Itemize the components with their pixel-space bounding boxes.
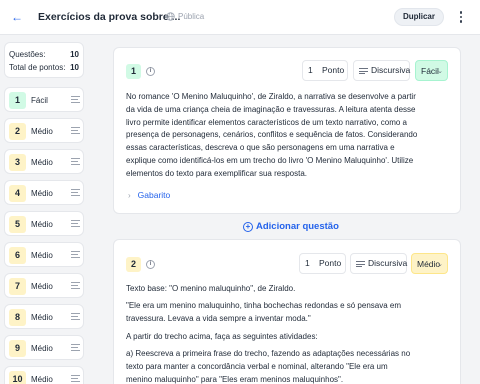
globe-icon (166, 12, 175, 21)
question-type-select[interactable]: Discursiva (353, 60, 410, 81)
arrow-left-icon[interactable]: ← (10, 10, 24, 24)
questions-count-label: Questões: (9, 50, 46, 59)
question-number-badge: 6 (9, 247, 26, 264)
points-unit: Ponto (319, 258, 342, 268)
base-text: Texto base: "O menino maluquinho", de Zi… (126, 284, 296, 293)
question-nav-item[interactable]: 5 Médio (4, 211, 84, 236)
text-lines-icon (71, 96, 80, 103)
question-number-badge: 10 (9, 371, 26, 384)
question-number-badge: 9 (9, 340, 26, 357)
points-value: 1 (305, 258, 310, 268)
difficulty-select[interactable]: Médio ⌄ (411, 253, 448, 274)
top-bar: ← Exercícios da prova sobre ... Pública … (0, 0, 480, 35)
difficulty-select[interactable]: Fácil ⌄ (415, 60, 448, 81)
chevron-down-icon: ⌄ (437, 68, 443, 75)
chevron-down-icon: ⌄ (437, 261, 443, 268)
question-nav-item[interactable]: 4 Médio (4, 180, 84, 205)
text-lines-icon (71, 158, 80, 165)
points-input[interactable]: 1 Ponto (302, 60, 348, 81)
add-question-label: Adicionar questão (256, 221, 339, 232)
question-nav-item[interactable]: 2 Médio (4, 118, 84, 143)
info-icon[interactable]: i (146, 67, 155, 76)
question-difficulty-label: Médio (31, 313, 53, 322)
question-card-2: 2 i 1 Ponto Discursiva Médio ⌄ Texto bas… (113, 239, 461, 384)
question-type-label: Discursiva (371, 65, 411, 75)
questions-count-value: 10 (70, 50, 79, 59)
points-input[interactable]: 1 Ponto (299, 253, 346, 274)
add-question-button[interactable]: + Adicionar questão (243, 221, 339, 232)
duplicate-button[interactable]: Duplicar (394, 8, 444, 26)
question-difficulty-label: Médio (31, 220, 53, 229)
total-points-value: 10 (70, 63, 79, 72)
info-icon[interactable]: i (146, 260, 155, 269)
question-nav-item[interactable]: 9 Médio (4, 335, 84, 360)
question-difficulty-label: Médio (31, 344, 53, 353)
question-number-badge: 2 (9, 123, 26, 140)
plus-circle-icon: + (243, 221, 253, 232)
question-type-select[interactable]: Discursiva (350, 253, 407, 274)
answer-key-label: Gabarito (137, 190, 171, 200)
text-lines-icon (71, 344, 80, 351)
answer-key-toggle[interactable]: › Gabarito (128, 190, 170, 200)
question-number-badge: 7 (9, 278, 26, 295)
total-points-label: Total de pontos: (9, 63, 66, 72)
quote-excerpt: "Ele era um menino maluquinho, tinha boc… (126, 301, 402, 324)
page-title: Exercícios da prova sobre ... (38, 11, 181, 23)
question-difficulty-label: Médio (31, 127, 53, 136)
text-lines-icon (359, 68, 368, 74)
question-statement: Texto base: "O menino maluquinho", de Zi… (126, 283, 416, 384)
kebab-icon[interactable] (456, 9, 466, 25)
question-nav-item[interactable]: 8 Médio (4, 304, 84, 329)
points-unit: Ponto (322, 65, 345, 75)
question-number-badge: 5 (9, 216, 26, 233)
question-number-badge: 2 (126, 257, 141, 272)
question-type-label: Discursiva (368, 258, 408, 268)
question-nav-item[interactable]: 1 Fácil (4, 87, 84, 112)
item-a: a) Reescreva a primeira frase do trecho,… (126, 348, 411, 384)
question-difficulty-label: Médio (31, 282, 53, 291)
question-statement: No romance 'O Menino Maluquinho', de Zir… (126, 92, 418, 178)
points-value: 1 (308, 65, 313, 75)
question-number-badge: 8 (9, 309, 26, 326)
question-number-badge: 1 (9, 92, 26, 109)
instruction: A partir do trecho acima, faça as seguin… (126, 331, 318, 341)
text-lines-icon (71, 220, 80, 227)
question-nav-item[interactable]: 7 Médio (4, 273, 84, 298)
text-lines-icon (71, 251, 80, 258)
question-difficulty-label: Médio (31, 189, 53, 198)
question-difficulty-label: Fácil (31, 96, 48, 105)
question-number-badge: 4 (9, 185, 26, 202)
exam-summary: Questões: 10 Total de pontos: 10 (4, 42, 84, 78)
question-difficulty-label: Médio (31, 158, 53, 167)
visibility-indicator: Pública (166, 12, 204, 21)
text-lines-icon (71, 127, 80, 134)
question-number-badge: 1 (126, 64, 141, 79)
question-nav-item[interactable]: 6 Médio (4, 242, 84, 267)
text-lines-icon (71, 375, 80, 382)
text-lines-icon (356, 261, 365, 267)
chevron-right-icon: › (128, 190, 131, 200)
question-nav-item[interactable]: 3 Médio (4, 149, 84, 174)
visibility-label: Pública (178, 12, 205, 21)
question-number-badge: 3 (9, 154, 26, 171)
question-difficulty-label: Médio (31, 251, 53, 260)
question-card-1: 1 i 1 Ponto Discursiva Fácil ⌄ No romanc… (113, 47, 461, 214)
text-lines-icon (71, 282, 80, 289)
question-nav-item[interactable]: 10 Médio (4, 366, 84, 384)
text-lines-icon (71, 189, 80, 196)
text-lines-icon (71, 313, 80, 320)
question-difficulty-label: Médio (31, 375, 53, 384)
